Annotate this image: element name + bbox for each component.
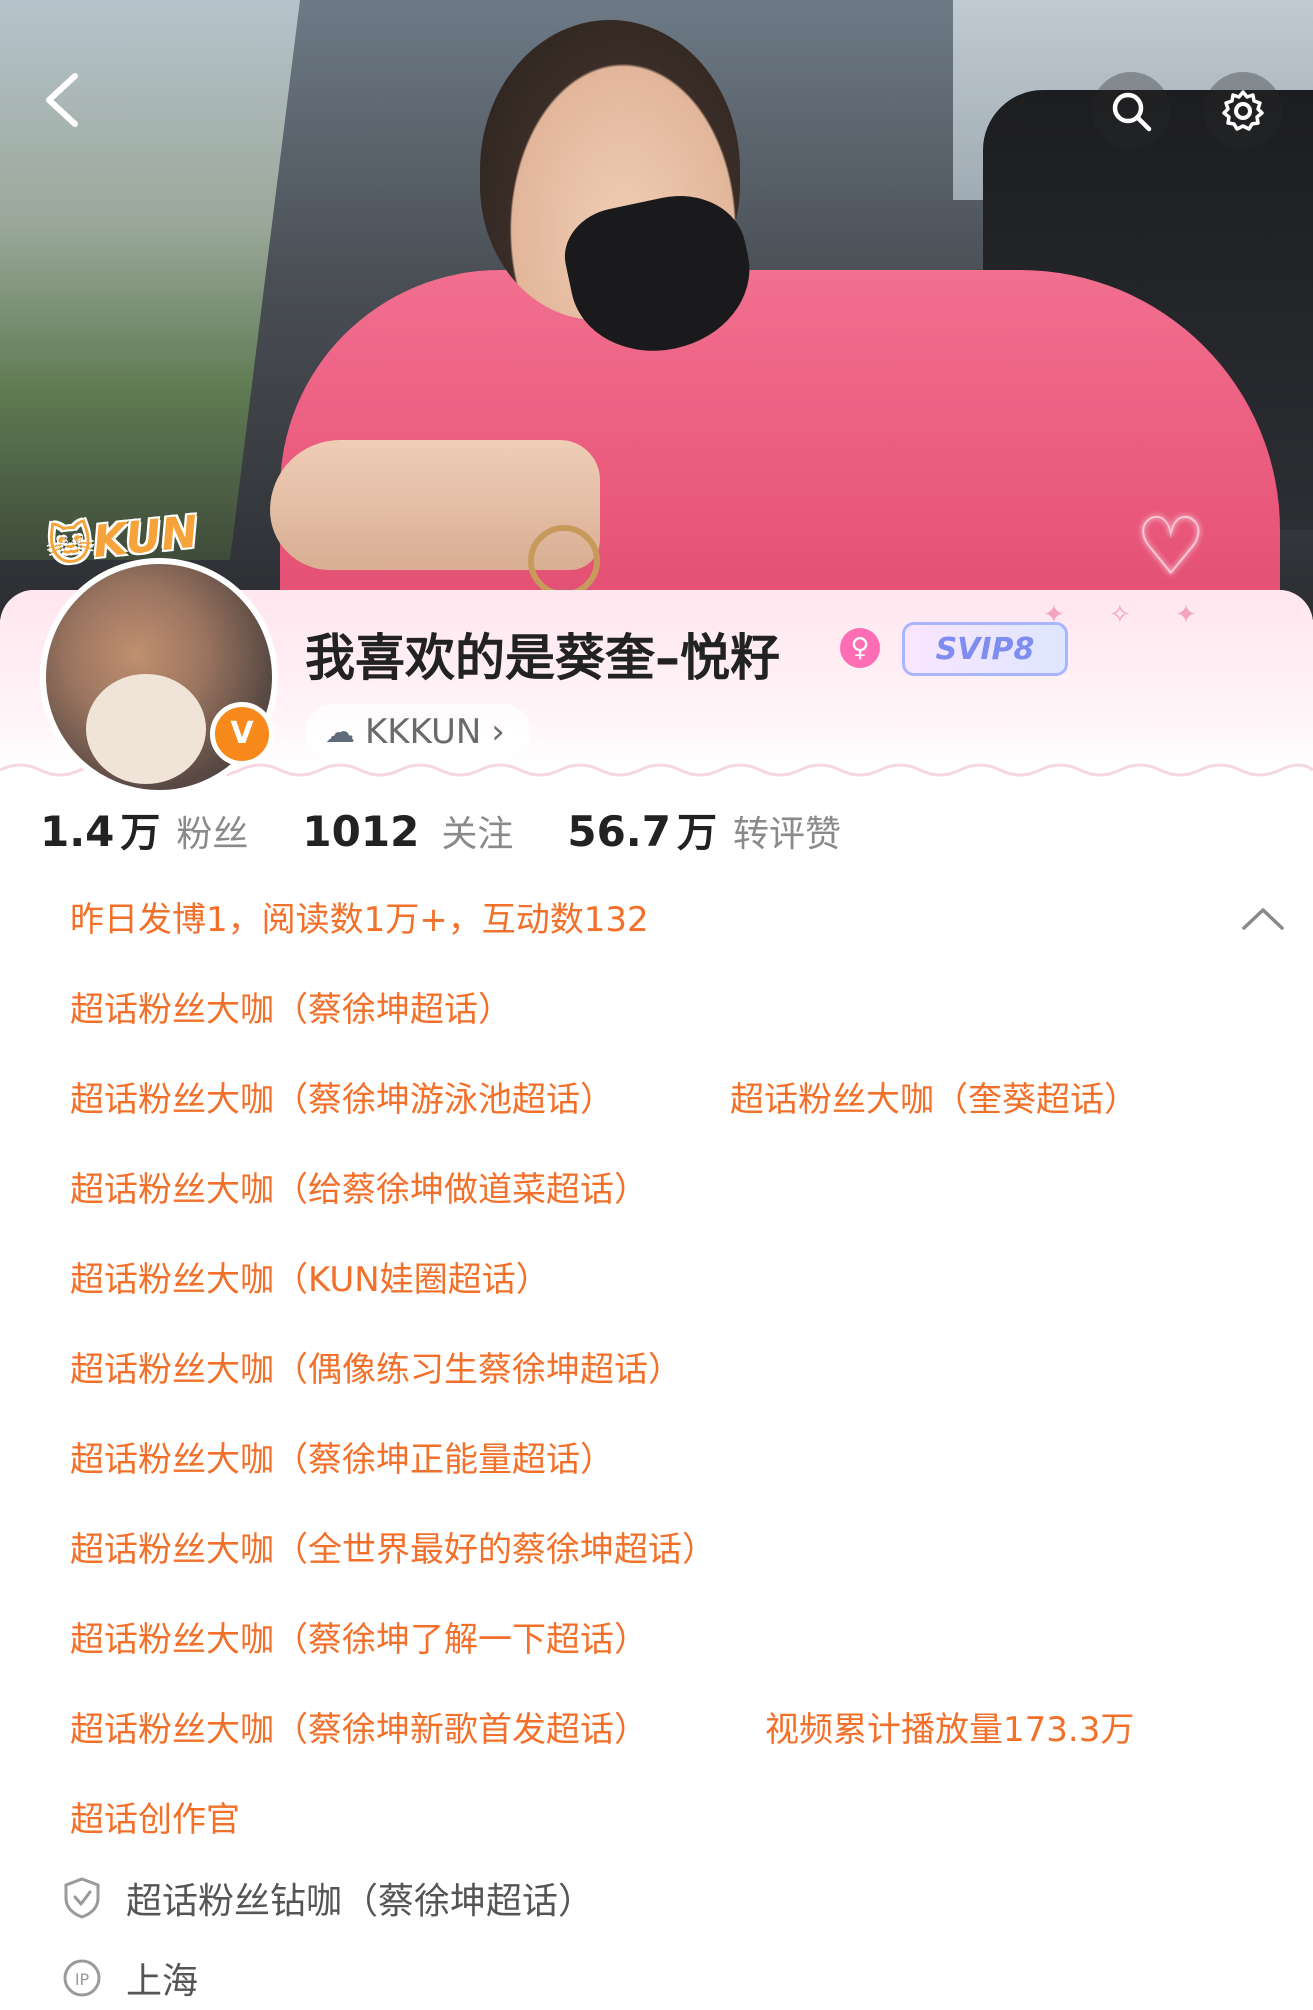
settings-button[interactable] (1204, 72, 1282, 150)
back-button[interactable] (32, 70, 92, 130)
gear-icon (1222, 90, 1264, 131)
cloud-icon: ☁ (325, 714, 355, 750)
fan-title-line[interactable]: 超话粉丝大咖（蔡徐坤正能量超话） (70, 1432, 614, 1482)
stat-label: 关注 (441, 814, 514, 855)
stat-label: 粉丝 (176, 814, 249, 855)
group-label: KKKUN (365, 712, 482, 752)
decoration-stars: ✦ ✧ ✦ (1043, 600, 1215, 630)
fan-title-line[interactable]: 超话粉丝大咖（蔡徐坤超话） (70, 982, 512, 1032)
fan-title-line[interactable]: 超话粉丝大咖（给蔡徐坤做道菜超话） (70, 1162, 648, 1212)
diamond-fan-line[interactable]: 超话粉丝钻咖（蔡徐坤超话） (62, 1868, 594, 1928)
shield-icon (64, 1877, 100, 1919)
stat-following[interactable]: 1012 关注 (302, 805, 513, 857)
chevron-up-icon[interactable] (1238, 898, 1288, 938)
stat-unit: 万 (120, 810, 161, 856)
fan-title-line[interactable]: 超话粉丝大咖（偶像练习生蔡徐坤超话） (70, 1342, 682, 1392)
video-play-count[interactable]: 视频累计播放量173.3万 (765, 1702, 1134, 1752)
stat-value: 1.4 (40, 807, 115, 856)
stat-value: 1012 (302, 807, 420, 856)
diamond-fan-label: 超话粉丝钻咖（蔡徐坤超话） (126, 1881, 595, 1922)
username: 我喜欢的是葵奎–悦籽 (305, 629, 780, 687)
ip-location-line: IP 上海 (62, 1948, 198, 2008)
stat-label: 转评赞 (732, 814, 841, 855)
svg-text:IP: IP (75, 1970, 90, 1989)
chevron-left-icon (46, 73, 78, 127)
fan-title-line[interactable]: 超话粉丝大咖（奎葵超话） (730, 1072, 1138, 1122)
stat-interactions[interactable]: 56.7 万 转评赞 (567, 800, 841, 858)
fan-title-line[interactable]: 超话粉丝大咖（蔡徐坤了解一下超话） (70, 1612, 648, 1662)
fan-title-line[interactable]: 超话粉丝大咖（蔡徐坤新歌首发超话） (70, 1702, 648, 1752)
cat-icon: 🐱 (44, 517, 96, 573)
stats-row: 1.4 万 粉丝 1012 关注 56.7 万 转评赞 (40, 800, 895, 860)
ip-icon: IP (63, 1959, 101, 1997)
fan-title-line[interactable]: 超话粉丝大咖（KUN娃圈超话） (70, 1252, 550, 1302)
avatar-detail (86, 674, 206, 784)
svip-badge[interactable]: SVIP8 (902, 622, 1068, 676)
stat-value: 56.7 (567, 807, 671, 856)
search-icon (1112, 92, 1152, 132)
group-link[interactable]: ☁ KKKUN › (305, 704, 531, 760)
cover-bracelet (528, 525, 600, 597)
verified-badge-icon: V (210, 702, 274, 766)
fan-title-line[interactable]: 超话粉丝大咖（全世界最好的蔡徐坤超话） (70, 1522, 716, 1572)
ip-location: 上海 (126, 1961, 199, 2002)
stat-unit: 万 (676, 810, 717, 856)
stat-followers[interactable]: 1.4 万 粉丝 (40, 800, 248, 858)
chevron-right-icon: › (491, 712, 505, 752)
creator-title[interactable]: 超话创作官 (70, 1792, 240, 1842)
fan-title-line[interactable]: 超话粉丝大咖（蔡徐坤游泳池超话） (70, 1072, 614, 1122)
activity-summary: 昨日发博1，阅读数1万+，互动数132 (70, 900, 649, 940)
female-icon: ♀ (840, 628, 880, 668)
heart-decoration-icon: ♡ (1135, 500, 1207, 593)
search-button[interactable] (1092, 72, 1170, 150)
